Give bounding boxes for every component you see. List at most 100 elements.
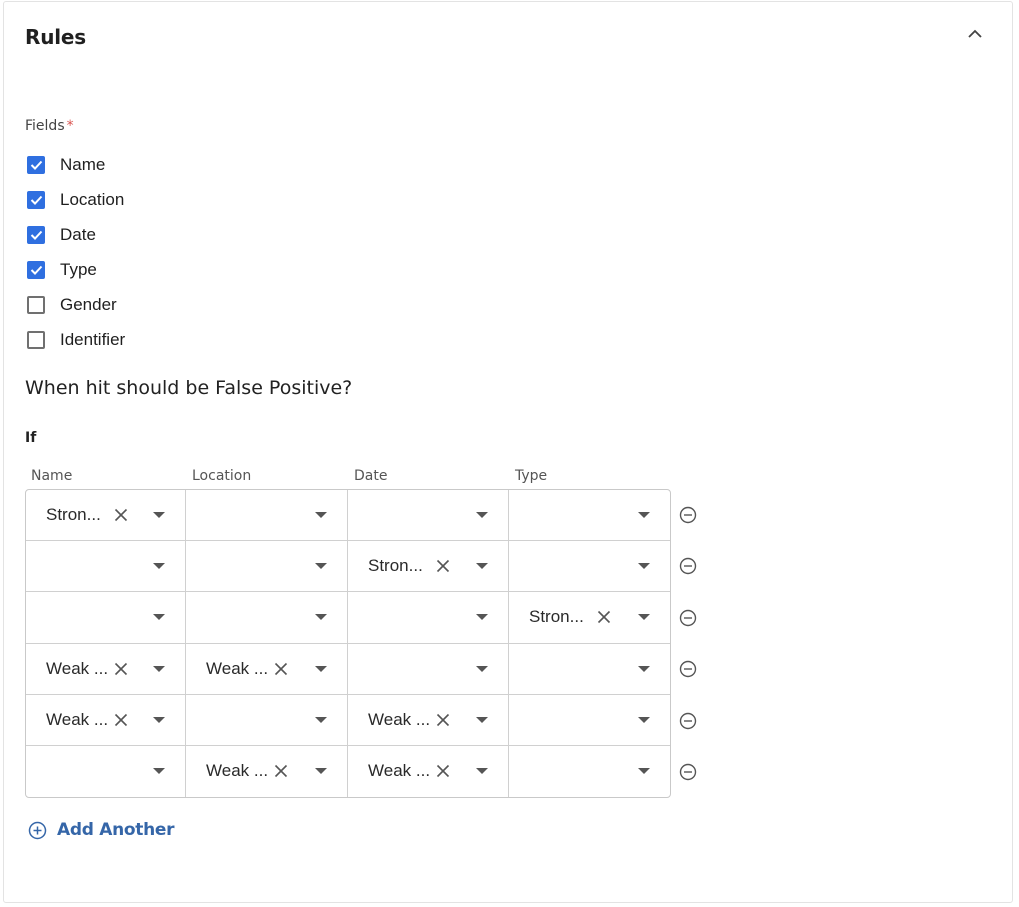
column-header-date: Date <box>354 468 388 484</box>
add-another-button[interactable]: Add Another <box>28 820 175 840</box>
close-icon[interactable] <box>435 763 451 779</box>
remove-row-button[interactable] <box>678 556 698 576</box>
rule-select-type[interactable] <box>509 746 670 797</box>
remove-row-button[interactable] <box>678 711 698 731</box>
caret-down-icon[interactable] <box>476 716 488 723</box>
close-icon[interactable] <box>113 507 129 523</box>
rule-select-date[interactable] <box>348 592 509 644</box>
caret-down-icon[interactable] <box>315 665 327 672</box>
minus-circle-icon <box>679 661 697 678</box>
column-header-name: Name <box>31 468 73 484</box>
close-icon[interactable] <box>273 763 289 779</box>
close-icon[interactable] <box>113 661 129 677</box>
caret-down-icon[interactable] <box>476 768 488 775</box>
caret-down-icon[interactable] <box>638 716 650 723</box>
rule-select-location[interactable]: Weak ... <box>186 643 348 695</box>
plus-circle-icon <box>28 821 47 839</box>
caret-down-icon[interactable] <box>638 512 650 519</box>
caret-down-icon[interactable] <box>153 716 165 723</box>
rule-select-name[interactable]: Weak ... <box>26 643 186 695</box>
minus-circle-icon <box>679 506 697 523</box>
rule-select-name[interactable] <box>26 745 186 797</box>
caret-down-icon[interactable] <box>153 614 165 621</box>
rule-select-location[interactable]: Weak ... <box>186 745 348 797</box>
rule-select-date[interactable]: Weak ... <box>348 745 509 797</box>
caret-down-icon[interactable] <box>315 563 327 570</box>
rule-select-name[interactable] <box>26 541 186 593</box>
rule-select-type[interactable] <box>509 695 670 746</box>
caret-down-icon[interactable] <box>638 768 650 775</box>
field-checkbox-label: Date <box>60 224 96 244</box>
rule-select-location[interactable] <box>186 592 348 644</box>
rule-select-value: Weak ... <box>206 761 269 781</box>
field-checkbox-label: Location <box>60 189 125 209</box>
remove-row-button[interactable] <box>678 505 698 525</box>
rule-select-name[interactable] <box>26 592 186 644</box>
caret-down-icon[interactable] <box>315 716 327 723</box>
column-header-type: Type <box>515 468 548 484</box>
rule-select-type[interactable]: Stron... <box>509 592 670 644</box>
rule-select-name[interactable]: Stron... <box>26 490 186 542</box>
fields-label: Fields * <box>25 118 74 134</box>
rule-select-location[interactable] <box>186 694 348 746</box>
caret-down-icon[interactable] <box>315 768 327 775</box>
field-checkbox-gender[interactable]: Gender <box>27 287 125 322</box>
remove-row-button[interactable] <box>678 659 698 679</box>
field-checkbox-identifier[interactable]: Identifier <box>27 322 125 357</box>
caret-down-icon[interactable] <box>315 512 327 519</box>
rule-select-date[interactable]: Stron... <box>348 541 509 593</box>
remove-row-button[interactable] <box>678 608 698 628</box>
remove-row-button[interactable] <box>678 762 698 782</box>
close-icon[interactable] <box>435 558 451 574</box>
rule-select-type[interactable] <box>509 490 670 542</box>
collapse-button[interactable] <box>962 20 988 46</box>
required-mark: * <box>66 118 74 134</box>
checkbox-checked-icon[interactable] <box>27 260 45 279</box>
caret-down-icon[interactable] <box>315 614 327 621</box>
field-checkbox-location[interactable]: Location <box>27 182 125 217</box>
rule-select-value: Weak ... <box>46 658 109 678</box>
checkbox-checked-icon[interactable] <box>27 155 45 174</box>
caret-down-icon[interactable] <box>476 512 488 519</box>
rule-select-date[interactable]: Weak ... <box>348 694 509 746</box>
minus-circle-icon <box>679 558 697 575</box>
rule-select-name[interactable]: Weak ... <box>26 694 186 746</box>
section-title: Rules <box>25 25 86 49</box>
column-header-location: Location <box>192 468 252 484</box>
caret-down-icon[interactable] <box>638 614 650 621</box>
caret-down-icon[interactable] <box>476 614 488 621</box>
checkbox-checked-icon[interactable] <box>27 190 45 209</box>
close-icon[interactable] <box>435 712 451 728</box>
field-checkbox-name[interactable]: Name <box>27 147 125 182</box>
remove-row-column <box>678 489 702 798</box>
caret-down-icon[interactable] <box>153 512 165 519</box>
caret-down-icon[interactable] <box>476 563 488 570</box>
minus-circle-icon <box>679 609 697 626</box>
close-icon[interactable] <box>273 661 289 677</box>
checkbox-unchecked-icon[interactable] <box>27 295 45 314</box>
rule-select-location[interactable] <box>186 541 348 593</box>
caret-down-icon[interactable] <box>153 665 165 672</box>
rules-panel: Rules Fields * Name Location Date Type Gender… <box>3 1 1013 903</box>
caret-down-icon[interactable] <box>638 665 650 672</box>
close-icon[interactable] <box>596 609 612 625</box>
rule-select-value: Stron... <box>368 556 423 576</box>
field-checkbox-type[interactable]: Type <box>27 252 125 287</box>
close-icon[interactable] <box>113 712 129 728</box>
field-checkbox-date[interactable]: Date <box>27 217 125 252</box>
caret-down-icon[interactable] <box>638 563 650 570</box>
caret-down-icon[interactable] <box>476 665 488 672</box>
rule-select-value: Weak ... <box>368 709 431 729</box>
rule-select-type[interactable] <box>509 644 670 695</box>
rule-select-location[interactable] <box>186 490 348 542</box>
rule-select-date[interactable] <box>348 490 509 542</box>
checkmark-icon <box>30 160 42 170</box>
false-positive-question: When hit should be False Positive? <box>25 377 353 399</box>
checkbox-checked-icon[interactable] <box>27 225 45 244</box>
caret-down-icon[interactable] <box>153 563 165 570</box>
caret-down-icon[interactable] <box>153 768 165 775</box>
rule-select-type[interactable] <box>509 541 670 593</box>
checkmark-icon <box>30 230 42 240</box>
checkbox-unchecked-icon[interactable] <box>27 330 45 349</box>
rule-select-date[interactable] <box>348 643 509 695</box>
